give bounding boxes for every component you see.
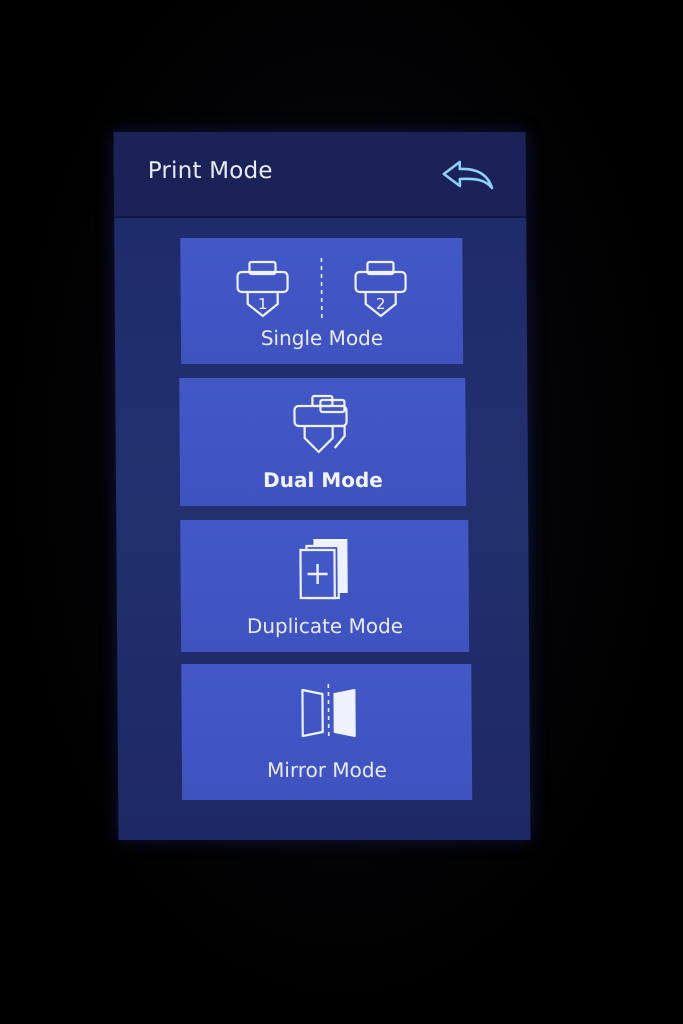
duplicate-mode-button[interactable]: Duplicate Mode: [180, 520, 470, 652]
single-mode-label: Single Mode: [260, 326, 384, 350]
back-arrow-icon: [442, 160, 494, 190]
dual-mode-button[interactable]: Dual Mode: [179, 378, 467, 506]
single-mode-button[interactable]: 1 2 Single Mode: [180, 238, 464, 364]
duplicate-icon: [180, 536, 468, 602]
page-title: Print Mode: [147, 158, 273, 184]
dual-mode-label: Dual Mode: [263, 468, 383, 492]
back-button[interactable]: [440, 156, 496, 194]
header-bar: Print Mode: [113, 132, 527, 218]
touch-screen: Print Mode 1 2 Single Mode Dual Mode Dup…: [113, 132, 531, 840]
extruder-1-number: 1: [258, 295, 268, 313]
mirror-icon: [181, 682, 471, 742]
duplicate-mode-label: Duplicate Mode: [246, 614, 404, 638]
extruder-2-number: 2: [376, 295, 386, 313]
single-extruders-icon: 1 2: [180, 250, 463, 322]
dual-extruder-icon: [179, 392, 465, 460]
mirror-mode-button[interactable]: Mirror Mode: [181, 664, 473, 800]
mirror-mode-label: Mirror Mode: [267, 758, 387, 782]
